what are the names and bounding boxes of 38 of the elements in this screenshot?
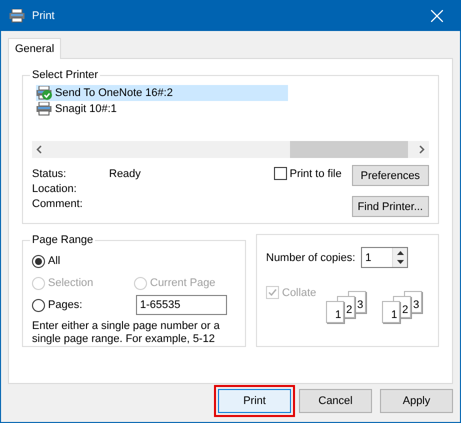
group-title: Page Range bbox=[31, 234, 94, 246]
printer-check-icon bbox=[36, 86, 53, 100]
hint-text: Enter either a single page number or a single page range. For example, 5-12 bbox=[32, 320, 221, 346]
info-value: Ready bbox=[109, 168, 142, 180]
down-arrow-icon[interactable] bbox=[396, 260, 404, 264]
spin-up-button[interactable] bbox=[393, 248, 408, 258]
radio-label[interactable]: All bbox=[48, 255, 60, 267]
copies-label: Number of copies: bbox=[266, 252, 356, 264]
radio-label[interactable]: Pages: bbox=[48, 299, 82, 311]
page-number: 1 bbox=[326, 301, 344, 323]
copies-spinner[interactable]: 1 bbox=[361, 247, 408, 268]
group-title: Select Printer bbox=[31, 69, 100, 81]
radio-button[interactable] bbox=[32, 254, 45, 268]
printer-icon bbox=[36, 102, 53, 116]
dialog-button[interactable]: Cancel bbox=[299, 389, 372, 413]
info-label: Comment: bbox=[32, 198, 84, 210]
check-icon bbox=[268, 288, 277, 297]
printer-button[interactable]: Preferences bbox=[352, 165, 429, 186]
copies-input[interactable]: 1 bbox=[362, 248, 392, 267]
info-label: Location: bbox=[32, 183, 78, 195]
page-number: 1 bbox=[382, 301, 400, 323]
printer-button[interactable]: Find Printer... bbox=[352, 196, 429, 217]
printer-item[interactable]: Send To OneNote 16#:2 bbox=[36, 85, 288, 101]
close-icon[interactable] bbox=[431, 10, 443, 22]
printer-icon bbox=[9, 9, 26, 23]
info-label: Status: bbox=[32, 168, 68, 180]
dialog-button[interactable]: Apply bbox=[380, 389, 453, 413]
print-to-file-checkbox[interactable]: Print to file bbox=[274, 167, 342, 180]
tab[interactable]: General bbox=[8, 38, 62, 59]
horizontal-scrollbar[interactable] bbox=[32, 141, 429, 158]
printer-item[interactable]: Snagit 10#:1 bbox=[36, 101, 288, 117]
scroll-left-icon[interactable] bbox=[36, 145, 42, 154]
up-arrow-icon[interactable] bbox=[396, 250, 404, 255]
printer-list[interactable]: Send To OneNote 16#:2 Snagit 10#:1 bbox=[32, 85, 429, 141]
window-title: Print bbox=[32, 10, 56, 22]
radio-button[interactable] bbox=[32, 298, 45, 312]
scroll-right-icon[interactable] bbox=[419, 145, 425, 154]
pages-input-field[interactable]: 1-65535 bbox=[136, 295, 227, 315]
